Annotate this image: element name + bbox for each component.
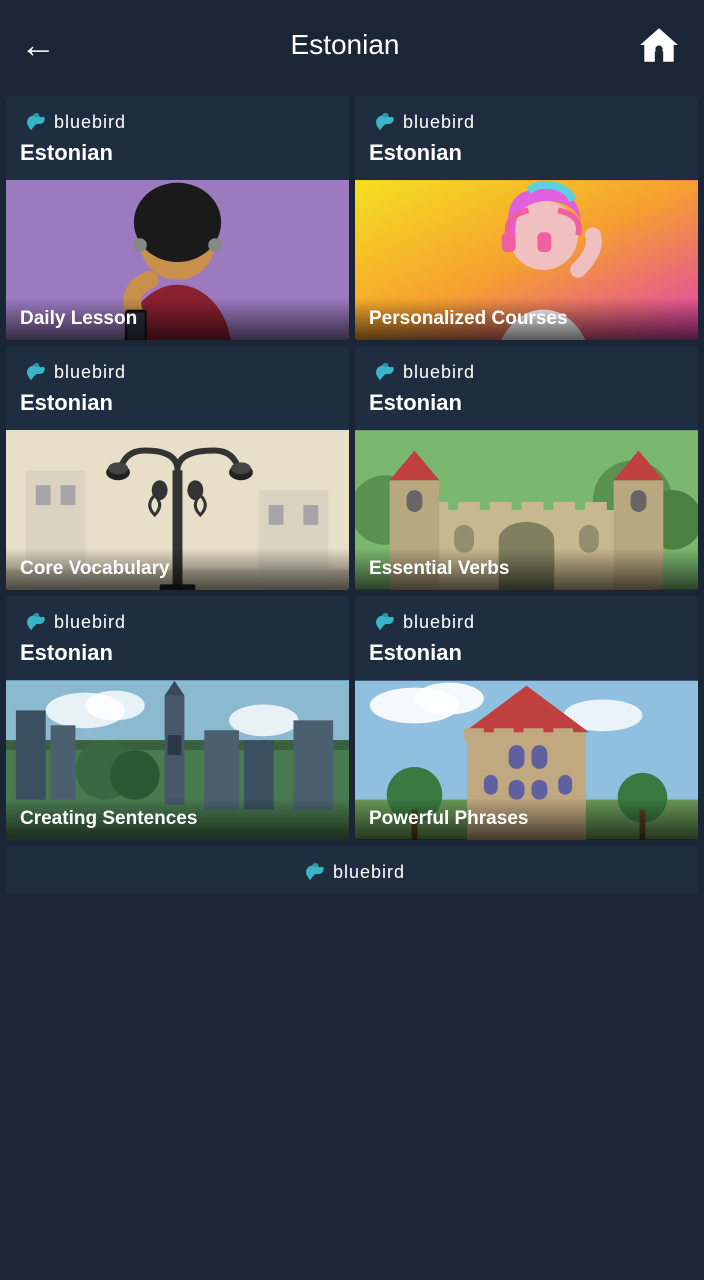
language-label-sentences: Estonian xyxy=(20,640,335,672)
courses-grid: bluebird Estonian xyxy=(0,90,704,846)
card-powerful-phrases[interactable]: bluebird Estonian xyxy=(355,596,698,840)
card-header-phrases: bluebird Estonian xyxy=(355,596,698,680)
card-label-phrases: Powerful Phrases xyxy=(355,798,698,840)
card-label-daily: Daily Lesson xyxy=(6,298,349,340)
brand-label-vocabulary: bluebird xyxy=(54,362,126,383)
card-image-phrases: Powerful Phrases xyxy=(355,680,698,840)
card-image-verbs: Essential Verbs xyxy=(355,430,698,590)
page-title: Estonian xyxy=(56,29,634,61)
bluebird-logo: bluebird xyxy=(20,108,335,136)
bluebird-logo-6: bluebird xyxy=(369,608,684,636)
card-label-verbs: Essential Verbs xyxy=(355,548,698,590)
back-button[interactable]: ← xyxy=(20,24,56,66)
brand-label-personalized: bluebird xyxy=(403,112,475,133)
card-label-vocabulary: Core Vocabulary xyxy=(6,548,349,590)
language-label-phrases: Estonian xyxy=(369,640,684,672)
card-header-daily: bluebird Estonian xyxy=(6,96,349,180)
language-label-vocabulary: Estonian xyxy=(20,390,335,422)
card-image-vocabulary: Core Vocabulary xyxy=(6,430,349,590)
home-button[interactable] xyxy=(634,20,684,70)
language-label-personalized: Estonian xyxy=(369,140,684,172)
language-label-daily: Estonian xyxy=(20,140,335,172)
card-core-vocabulary[interactable]: bluebird Estonian xyxy=(6,346,349,590)
bluebird-logo-4: bluebird xyxy=(369,358,684,386)
card-header-personalized: bluebird Estonian xyxy=(355,96,698,180)
brand-label-verbs: bluebird xyxy=(403,362,475,383)
card-header-verbs: bluebird Estonian xyxy=(355,346,698,430)
language-label-verbs: Estonian xyxy=(369,390,684,422)
brand-label-sentences: bluebird xyxy=(54,612,126,633)
bluebird-logo-3: bluebird xyxy=(20,358,335,386)
card-label-sentences: Creating Sentences xyxy=(6,798,349,840)
card-image-daily: Daily Lesson xyxy=(6,180,349,340)
bluebird-logo-partial: bluebird xyxy=(299,858,405,886)
card-header-sentences: bluebird Estonian xyxy=(6,596,349,680)
card-header-vocabulary: bluebird Estonian xyxy=(6,346,349,430)
brand-label-daily: bluebird xyxy=(54,112,126,133)
card-daily-lesson[interactable]: bluebird Estonian xyxy=(6,96,349,340)
card-label-personalized: Personalized Courses xyxy=(355,298,698,340)
card-image-personalized: Personalized Courses xyxy=(355,180,698,340)
brand-label-phrases: bluebird xyxy=(403,612,475,633)
partial-card[interactable]: bluebird xyxy=(6,846,698,894)
card-image-sentences: Creating Sentences xyxy=(6,680,349,840)
card-personalized-courses[interactable]: bluebird Estonian xyxy=(355,96,698,340)
card-creating-sentences[interactable]: bluebird Estonian xyxy=(6,596,349,840)
bluebird-logo-2: bluebird xyxy=(369,108,684,136)
brand-label-partial: bluebird xyxy=(333,862,405,883)
bluebird-logo-5: bluebird xyxy=(20,608,335,636)
app-header: ← Estonian xyxy=(0,0,704,90)
card-essential-verbs[interactable]: bluebird Estonian xyxy=(355,346,698,590)
